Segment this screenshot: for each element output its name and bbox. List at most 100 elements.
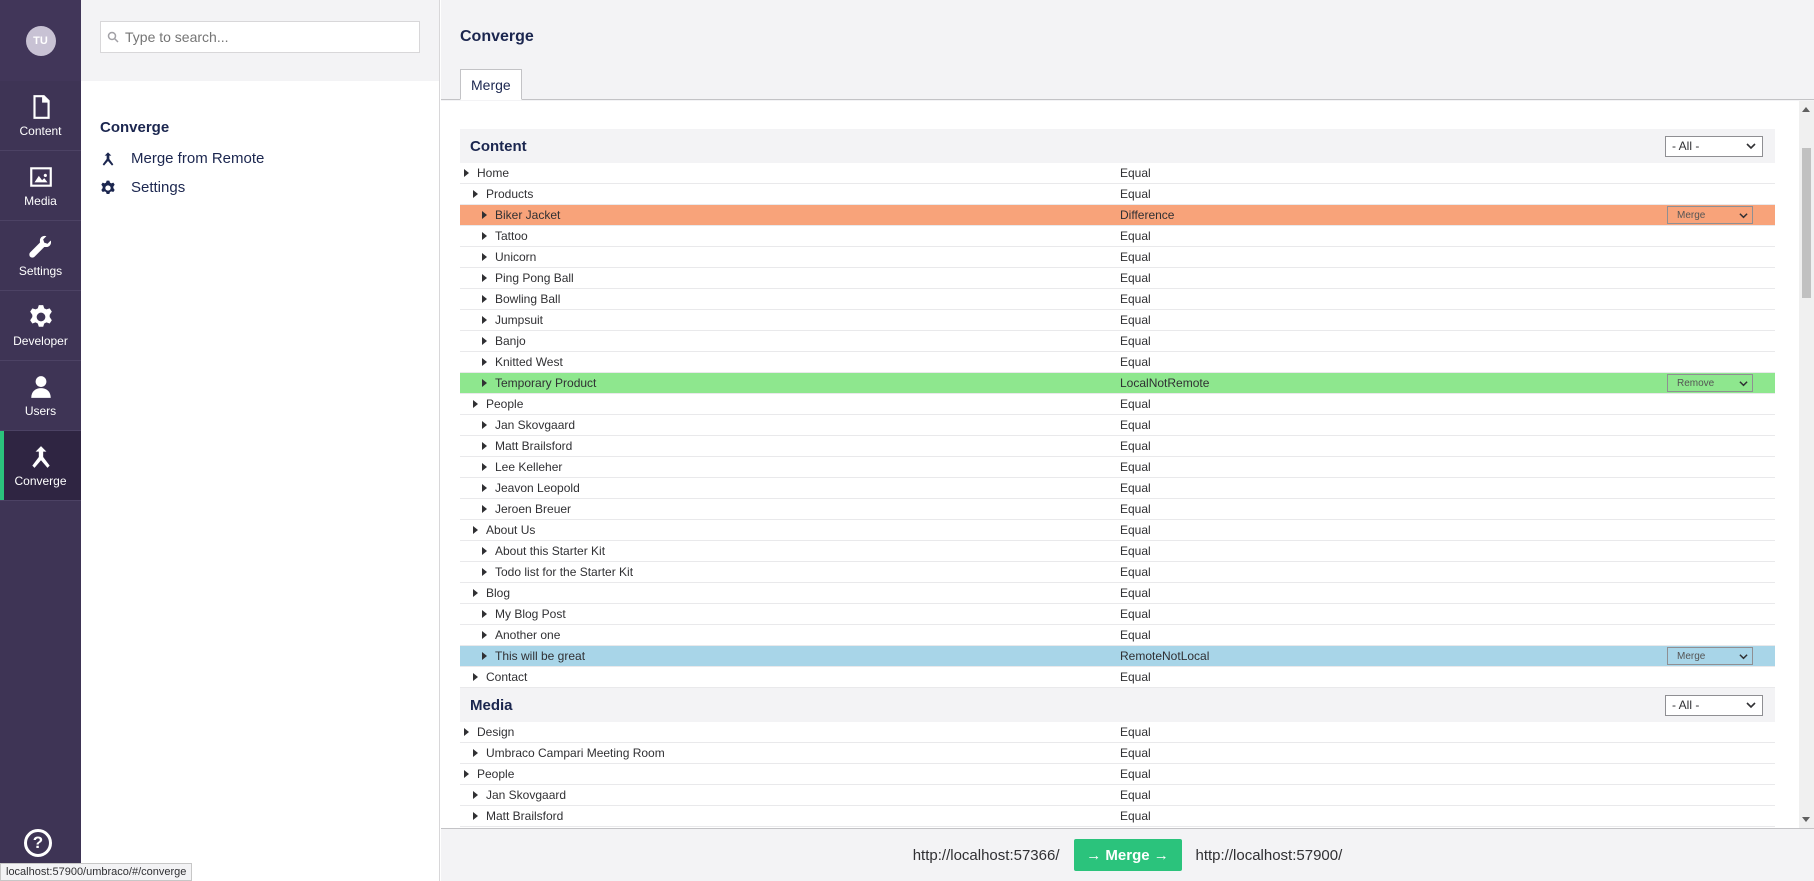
row-name-cell: People (460, 397, 1120, 411)
caret-right-icon[interactable] (473, 526, 478, 534)
avatar[interactable]: TU (25, 25, 56, 56)
row-name-cell: Unicorn (460, 250, 1120, 264)
caret-right-icon[interactable] (482, 253, 487, 261)
table-row[interactable]: Umbraco Campari Meeting Room Equal (460, 743, 1775, 764)
table-row[interactable]: Ping Pong Ball Equal (460, 268, 1775, 289)
table-row[interactable]: Jumpsuit Equal (460, 310, 1775, 331)
row-status: Equal (1120, 523, 1151, 537)
caret-right-icon[interactable] (464, 770, 469, 778)
caret-right-icon[interactable] (482, 631, 487, 639)
nav-item-media[interactable]: Media (0, 151, 81, 221)
scroll-down-icon[interactable] (1802, 817, 1810, 822)
row-name-cell: Jeavon Leopold (460, 481, 1120, 495)
table-row[interactable]: About Us Equal (460, 520, 1775, 541)
row-status: Equal (1120, 418, 1151, 432)
content-filter-select[interactable]: - All - (1665, 135, 1763, 157)
table-row[interactable]: Biker Jacket Difference Merge (460, 205, 1775, 226)
caret-right-icon[interactable] (482, 442, 487, 450)
table-row[interactable]: Jeroen Breuer Equal (460, 499, 1775, 520)
caret-right-icon[interactable] (473, 791, 478, 799)
table-row[interactable]: People Equal (460, 394, 1775, 415)
caret-right-icon[interactable] (482, 337, 487, 345)
table-row[interactable]: Todo list for the Starter Kit Equal (460, 562, 1775, 583)
table-row[interactable]: Knitted West Equal (460, 352, 1775, 373)
search-input[interactable] (125, 29, 405, 45)
caret-right-icon[interactable] (482, 232, 487, 240)
table-row[interactable]: Banjo Equal (460, 331, 1775, 352)
caret-right-icon[interactable] (482, 358, 487, 366)
caret-right-icon[interactable] (482, 274, 487, 282)
nav-item-settings[interactable]: Settings (0, 221, 81, 291)
table-row[interactable]: Another one Equal (460, 625, 1775, 646)
caret-right-icon[interactable] (473, 812, 478, 820)
row-action-value: Merge (1677, 650, 1706, 662)
table-row[interactable]: Unicorn Equal (460, 247, 1775, 268)
row-status: RemoteNotLocal (1120, 649, 1210, 663)
row-action-value: Remove (1677, 377, 1715, 389)
table-row[interactable]: Design Equal (460, 722, 1775, 743)
table-row[interactable]: This will be great RemoteNotLocal Merge (460, 646, 1775, 667)
table-row[interactable]: My Blog Post Equal (460, 604, 1775, 625)
table-row[interactable]: Contact Equal (460, 667, 1775, 688)
table-row[interactable]: People Equal (460, 764, 1775, 785)
row-name-cell: Banjo (460, 334, 1120, 348)
tab-merge[interactable]: Merge (460, 69, 522, 100)
scroll-thumb[interactable] (1802, 148, 1811, 298)
caret-right-icon[interactable] (482, 463, 487, 471)
table-row[interactable]: Temporary Product LocalNotRemote Remove (460, 373, 1775, 394)
help-icon[interactable]: ? (24, 829, 52, 857)
caret-right-icon[interactable] (473, 400, 478, 408)
caret-right-icon[interactable] (482, 484, 487, 492)
table-row[interactable]: Home Equal (460, 163, 1775, 184)
caret-right-icon[interactable] (473, 749, 478, 757)
caret-right-icon[interactable] (464, 728, 469, 736)
caret-right-icon[interactable] (482, 421, 487, 429)
table-row[interactable]: Jan Skovgaard Equal (460, 415, 1775, 436)
tree-item-settings[interactable]: Settings (100, 179, 439, 196)
row-name: Jan Skovgaard (495, 418, 576, 432)
row-name-cell: Biker Jacket (460, 208, 1120, 222)
caret-right-icon[interactable] (464, 169, 469, 177)
chevron-down-icon (1739, 380, 1748, 386)
caret-right-icon[interactable] (482, 295, 487, 303)
caret-right-icon[interactable] (473, 589, 478, 597)
row-name: Ping Pong Ball (495, 271, 574, 285)
table-row[interactable]: About this Starter Kit Equal (460, 541, 1775, 562)
nav-item-developer[interactable]: Developer (0, 291, 81, 361)
tree-panel: Converge Merge from Remote Settings (81, 0, 440, 881)
caret-right-icon[interactable] (482, 379, 487, 387)
row-status: Equal (1120, 746, 1151, 760)
table-row[interactable]: Products Equal (460, 184, 1775, 205)
caret-right-icon[interactable] (482, 316, 487, 324)
table-row[interactable]: Matt Brailsford Equal (460, 436, 1775, 457)
table-row[interactable]: Blog Equal (460, 583, 1775, 604)
table-row[interactable]: Bowling Ball Equal (460, 289, 1775, 310)
row-name: Another one (495, 628, 561, 642)
caret-right-icon[interactable] (473, 190, 478, 198)
caret-right-icon[interactable] (482, 568, 487, 576)
nav-item-converge[interactable]: Converge (0, 431, 81, 501)
media-filter-select[interactable]: - All - (1665, 694, 1763, 716)
caret-right-icon[interactable] (482, 547, 487, 555)
nav-item-content[interactable]: Content (0, 81, 81, 151)
caret-right-icon[interactable] (482, 610, 487, 618)
table-row[interactable]: Matt Brailsford Equal (460, 806, 1775, 827)
search-box[interactable] (100, 21, 420, 53)
row-action-select[interactable]: Merge (1667, 206, 1753, 224)
caret-right-icon[interactable] (482, 505, 487, 513)
table-row[interactable]: Jan Skovgaard Equal (460, 785, 1775, 806)
table-row[interactable]: Tattoo Equal (460, 226, 1775, 247)
table-row[interactable]: Jeavon Leopold Equal (460, 478, 1775, 499)
merge-button[interactable]: → Merge → (1073, 839, 1182, 871)
nav-item-users[interactable]: Users (0, 361, 81, 431)
caret-right-icon[interactable] (482, 211, 487, 219)
caret-right-icon[interactable] (482, 652, 487, 660)
row-name-cell: Bowling Ball (460, 292, 1120, 306)
table-row[interactable]: Lee Kelleher Equal (460, 457, 1775, 478)
row-action-select[interactable]: Remove (1667, 374, 1753, 392)
scroll-up-icon[interactable] (1802, 107, 1810, 112)
row-action-select[interactable]: Merge (1667, 647, 1753, 665)
tree-item-merge-from-remote[interactable]: Merge from Remote (100, 150, 439, 167)
caret-right-icon[interactable] (473, 673, 478, 681)
scrollbar[interactable] (1799, 101, 1814, 828)
